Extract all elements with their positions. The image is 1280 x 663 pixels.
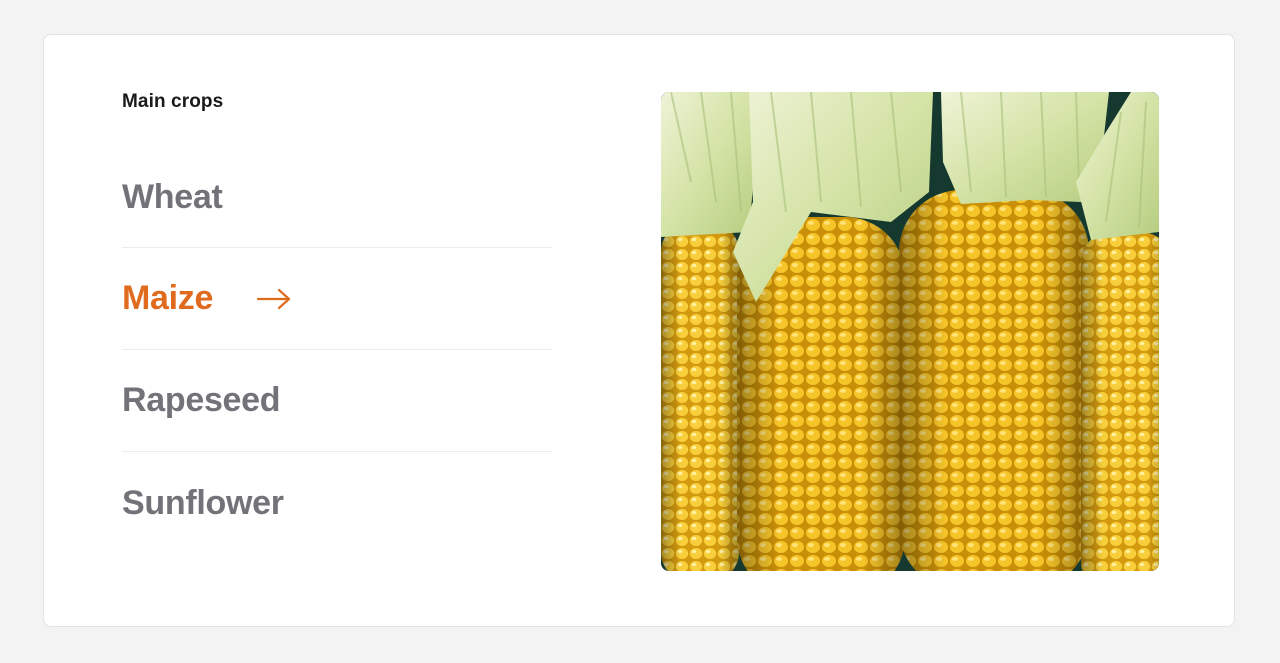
crops-card: Main crops Wheat Maize Rapeseed Sunflowe… xyxy=(43,34,1235,627)
section-title: Main crops xyxy=(122,91,224,112)
corn-photo xyxy=(661,92,1159,571)
crop-item-wheat[interactable]: Wheat xyxy=(122,147,552,248)
crop-label: Wheat xyxy=(122,177,223,216)
crop-label: Sunflower xyxy=(122,483,284,522)
crop-item-sunflower[interactable]: Sunflower xyxy=(122,452,552,554)
crop-label: Maize xyxy=(122,279,214,317)
crop-label: Rapeseed xyxy=(122,381,281,419)
arrow-right-icon xyxy=(257,288,291,309)
corn-illustration xyxy=(661,92,1159,571)
crop-item-rapeseed[interactable]: Rapeseed xyxy=(122,350,552,452)
crop-list: Wheat Maize Rapeseed Sunflower xyxy=(122,147,552,554)
crop-item-maize[interactable]: Maize xyxy=(122,248,552,350)
